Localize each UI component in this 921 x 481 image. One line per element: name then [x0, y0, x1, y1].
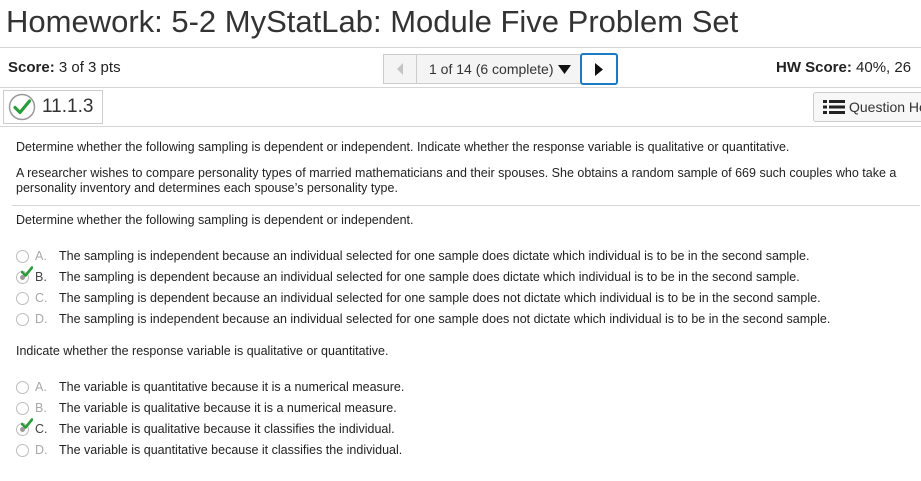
- question-help-button[interactable]: Question He: [813, 92, 921, 122]
- radio-button[interactable]: [16, 401, 29, 415]
- option-letter: C.: [35, 291, 48, 305]
- radio-circle: [16, 401, 29, 415]
- option-letter: D.: [35, 443, 48, 457]
- radio-button[interactable]: [16, 249, 29, 263]
- radio-button[interactable]: [16, 265, 33, 284]
- radio-button[interactable]: [16, 380, 29, 394]
- radio-circle: [16, 443, 29, 457]
- question-header: 11.1.3 Question He: [0, 88, 921, 127]
- option-text: The variable is qualitative because it c…: [59, 422, 395, 436]
- correct-check-icon: [21, 417, 33, 429]
- instruction-text: Determine whether the following sampling…: [16, 140, 790, 154]
- option-text: The variable is quantitative because it …: [59, 443, 403, 457]
- divider: [12, 205, 920, 206]
- page-title: Homework: 5-2 MyStatLab: Module Five Pro…: [6, 4, 739, 39]
- radio-circle: [16, 249, 29, 263]
- answer-option[interactable]: A. The variable is quantitative because i…: [16, 379, 404, 395]
- option-text: The sampling is independent because an i…: [59, 312, 831, 326]
- scenario-text: A researcher wishes to compare personali…: [16, 166, 897, 195]
- answer-option[interactable]: D. The sampling is independent because an…: [16, 311, 830, 327]
- radio-circle: [16, 380, 29, 394]
- radio-button[interactable]: [16, 312, 29, 326]
- radio-circle: [16, 291, 29, 305]
- caret-down-icon: [557, 64, 571, 74]
- option-letter: A.: [35, 249, 47, 263]
- option-letter: D.: [35, 312, 48, 326]
- score-value: 3 of 3 pts: [58, 59, 121, 76]
- answer-option[interactable]: A. The sampling is independent because an…: [16, 248, 809, 264]
- question-id-badge: 11.1.3: [3, 90, 103, 124]
- option-letter: C.: [35, 422, 48, 436]
- hw-score-label: HW Score:: [776, 59, 852, 76]
- part2-prompt: Indicate whether the response variable i…: [16, 344, 389, 358]
- radio-button[interactable]: [16, 417, 33, 436]
- option-text: The sampling is dependent because an ind…: [59, 270, 800, 284]
- part1-prompt: Determine whether the following sampling…: [16, 213, 414, 227]
- question-id: 11.1.3: [42, 96, 94, 117]
- option-letter: B.: [35, 401, 47, 415]
- correct-check-icon: [8, 93, 36, 121]
- answer-option[interactable]: B. The variable is qualitative because it…: [16, 400, 397, 416]
- option-text: The sampling is dependent because an ind…: [59, 291, 821, 305]
- answer-option[interactable]: C. The variable is qualitative because it…: [16, 417, 395, 437]
- option-text: The sampling is independent because an i…: [59, 249, 810, 263]
- answer-option[interactable]: C. The sampling is dependent because an i…: [16, 290, 821, 306]
- previous-question-button[interactable]: [383, 54, 417, 84]
- next-question-button[interactable]: [580, 53, 618, 85]
- play-right-icon: [595, 62, 603, 76]
- option-text: The variable is qualitative because it i…: [59, 401, 397, 415]
- answer-option[interactable]: B. The sampling is dependent because an i…: [16, 265, 800, 285]
- score-bar: Score: 3 of 3 pts 1 of 14 (6 complete) H…: [0, 47, 921, 88]
- option-text: The variable is quantitative because it …: [59, 380, 405, 394]
- question-position: 1 of 14 (6 complete): [429, 61, 554, 77]
- question-select[interactable]: 1 of 14 (6 complete): [417, 54, 580, 84]
- correct-check-icon: [21, 265, 33, 277]
- score-label: Score:: [8, 59, 55, 76]
- option-letter: B.: [35, 270, 47, 284]
- answer-option[interactable]: D. The variable is quantitative because i…: [16, 442, 402, 458]
- list-icon: [823, 100, 845, 114]
- radio-circle: [16, 312, 29, 326]
- hw-score-value: 40%, 26: [856, 59, 912, 76]
- chevron-left-icon: [397, 63, 403, 75]
- question-help-label: Question He: [849, 99, 921, 115]
- option-letter: A.: [35, 380, 47, 394]
- hw-score: HW Score: 40%, 26: [776, 59, 911, 76]
- question-navigator: 1 of 14 (6 complete): [383, 53, 618, 85]
- radio-button[interactable]: [16, 443, 29, 457]
- score: Score: 3 of 3 pts: [8, 59, 121, 76]
- radio-button[interactable]: [16, 291, 29, 305]
